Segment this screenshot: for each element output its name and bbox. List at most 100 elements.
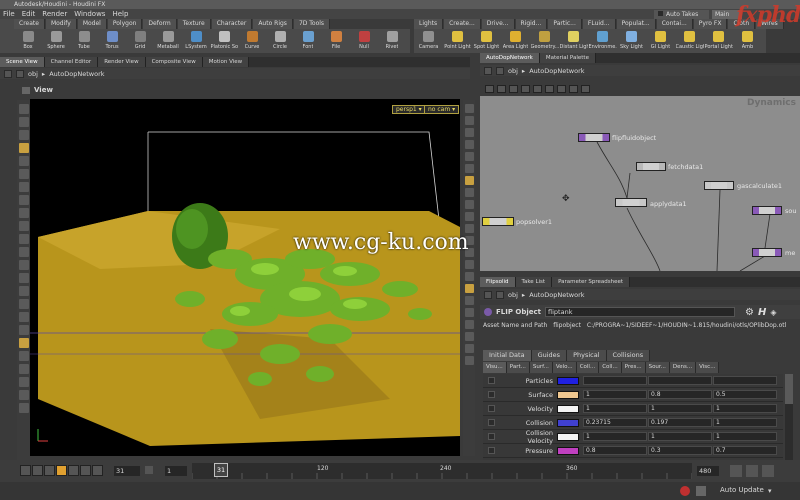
pane-tab[interactable]: Flipsolid [480,277,516,287]
param-toggle-checkbox[interactable] [488,447,495,454]
shelf-tool-button[interactable]: Environme... [588,29,617,53]
display-option-button[interactable] [464,296,474,305]
start-frame-field[interactable]: 1 [165,466,187,476]
shelf-tab[interactable]: Auto Rigs [253,19,293,29]
shelf-tool-button[interactable]: Circle [266,29,294,53]
display-option-button[interactable] [464,152,474,161]
display-option-button[interactable] [464,188,474,197]
param-main-tab[interactable]: Initial Data [483,350,532,361]
pane-tab[interactable]: Render View [98,57,146,67]
shelf-tab[interactable]: Deform [143,19,177,29]
display-option-button[interactable] [464,260,474,269]
shelf-tool-button[interactable]: File [322,29,350,53]
shelf-tool-button[interactable]: Platonic So... [210,29,238,53]
viewer-tool-button[interactable] [18,117,29,127]
playhead-marker[interactable]: 31 [214,463,228,477]
shelf-tool-button[interactable]: Tube [70,29,98,53]
color-swatch[interactable] [557,404,579,413]
chevron-down-icon[interactable]: ▾ [768,487,772,495]
param-value-field[interactable] [648,376,712,385]
shelf-tool-button[interactable]: Area Light [501,29,530,53]
network-editor[interactable]: Dynamics flipfluidobject fetchdata1 appl… [480,96,800,271]
display-option-button[interactable] [464,116,474,125]
viewport[interactable]: persp1 ▾ no cam ▾ [30,99,460,456]
menu-item-windows[interactable]: Windows [74,9,105,19]
shelf-tab[interactable]: Character [211,19,253,29]
shelf-tab[interactable]: Populat... [616,19,656,29]
viewer-tool-button[interactable] [18,286,29,296]
viewer-tool-button[interactable] [18,247,29,257]
viewer-tool-button[interactable] [18,221,29,231]
pane-tab[interactable]: Composite View [145,57,203,67]
param-toggle-checkbox[interactable] [488,433,495,440]
display-option-button[interactable] [464,164,474,173]
param-sub-tab[interactable]: Pres... [621,362,646,373]
shelf-tab[interactable]: Lights [414,19,444,29]
viewer-tool-button[interactable] [18,299,29,309]
step-back-button[interactable] [32,465,43,476]
shelf-tool-button[interactable]: Grid [126,29,154,53]
display-option-button[interactable] [464,176,474,185]
viewer-tool-button[interactable] [18,260,29,270]
param-sub-tab[interactable]: Coll... [599,362,622,373]
param-value-field[interactable]: 1 [648,432,712,441]
current-frame-field[interactable]: 31 [114,466,140,476]
display-option-button[interactable] [464,320,474,329]
network-forward-button[interactable] [496,66,504,75]
shelf-tab[interactable]: Modify [45,19,77,29]
realtime-toggle[interactable] [762,465,774,477]
param-value-field[interactable]: 0.197 [648,418,712,427]
stop-button[interactable] [56,465,67,476]
param-value-field[interactable]: 0.5 [713,390,777,399]
param-value-field[interactable] [583,376,647,385]
shelf-tool-button[interactable]: Portal Light [704,29,733,53]
shelf-tool-button[interactable]: Camera [414,29,443,53]
node-name-field[interactable]: fliptank [545,307,736,317]
network-tool-button[interactable] [509,85,518,93]
network-tool-button[interactable] [497,85,506,93]
shelf-tab[interactable]: Contai... [656,19,693,29]
param-value-field[interactable]: 0.3 [648,446,712,455]
viewer-tool-button[interactable] [18,325,29,335]
param-value-field[interactable]: 1 [648,404,712,413]
display-option-button[interactable] [464,356,474,365]
shelf-tab[interactable]: Create [14,19,45,29]
pane-tab[interactable]: AutoDopNetwork [480,53,540,63]
param-value-field[interactable]: 0.8 [583,446,647,455]
camera-menu[interactable]: persp1 ▾ [392,105,426,114]
viewer-tool-button[interactable] [18,364,29,374]
shelf-tool-button[interactable]: GI Light [646,29,675,53]
viewer-tool-button[interactable] [18,156,29,166]
play-reverse-button[interactable] [44,465,55,476]
param-main-tab[interactable]: Collisions [606,350,651,361]
play-button[interactable] [68,465,79,476]
node-gascalculate1[interactable] [704,181,734,190]
color-swatch[interactable] [557,446,579,455]
frame-step-icon[interactable] [145,466,153,474]
param-value-field[interactable]: 1 [713,432,777,441]
network-path-node[interactable]: AutoDopNetwork [529,67,584,75]
param-sub-tab[interactable]: Visu... [483,362,507,373]
param-sub-tab[interactable]: Visc... [696,362,720,373]
node-source[interactable] [752,206,782,215]
param-back-button[interactable] [484,290,492,299]
node-fetchdata1[interactable] [636,162,666,171]
shelf-tab[interactable]: 7D Tools [293,19,331,29]
network-tool-button[interactable] [581,85,590,93]
key-icon[interactable] [730,465,742,477]
jump-end-button[interactable] [92,465,103,476]
error-icon[interactable] [680,486,690,496]
shelf-tool-button[interactable]: Metaball [154,29,182,53]
node-merge[interactable] [752,248,782,257]
display-option-button[interactable] [464,128,474,137]
node-applydata1[interactable] [615,198,647,207]
param-value-field[interactable]: 1 [713,418,777,427]
network-tool-button[interactable] [557,85,566,93]
color-swatch[interactable] [557,376,579,385]
display-option-button[interactable] [464,104,474,113]
network-back-button[interactable] [484,66,492,75]
viewer-tool-button[interactable] [18,143,29,153]
cam-select-menu[interactable]: no cam ▾ [424,105,460,114]
pane-tab[interactable]: Material Palette [539,53,596,63]
shelf-tool-button[interactable]: Box [14,29,42,53]
